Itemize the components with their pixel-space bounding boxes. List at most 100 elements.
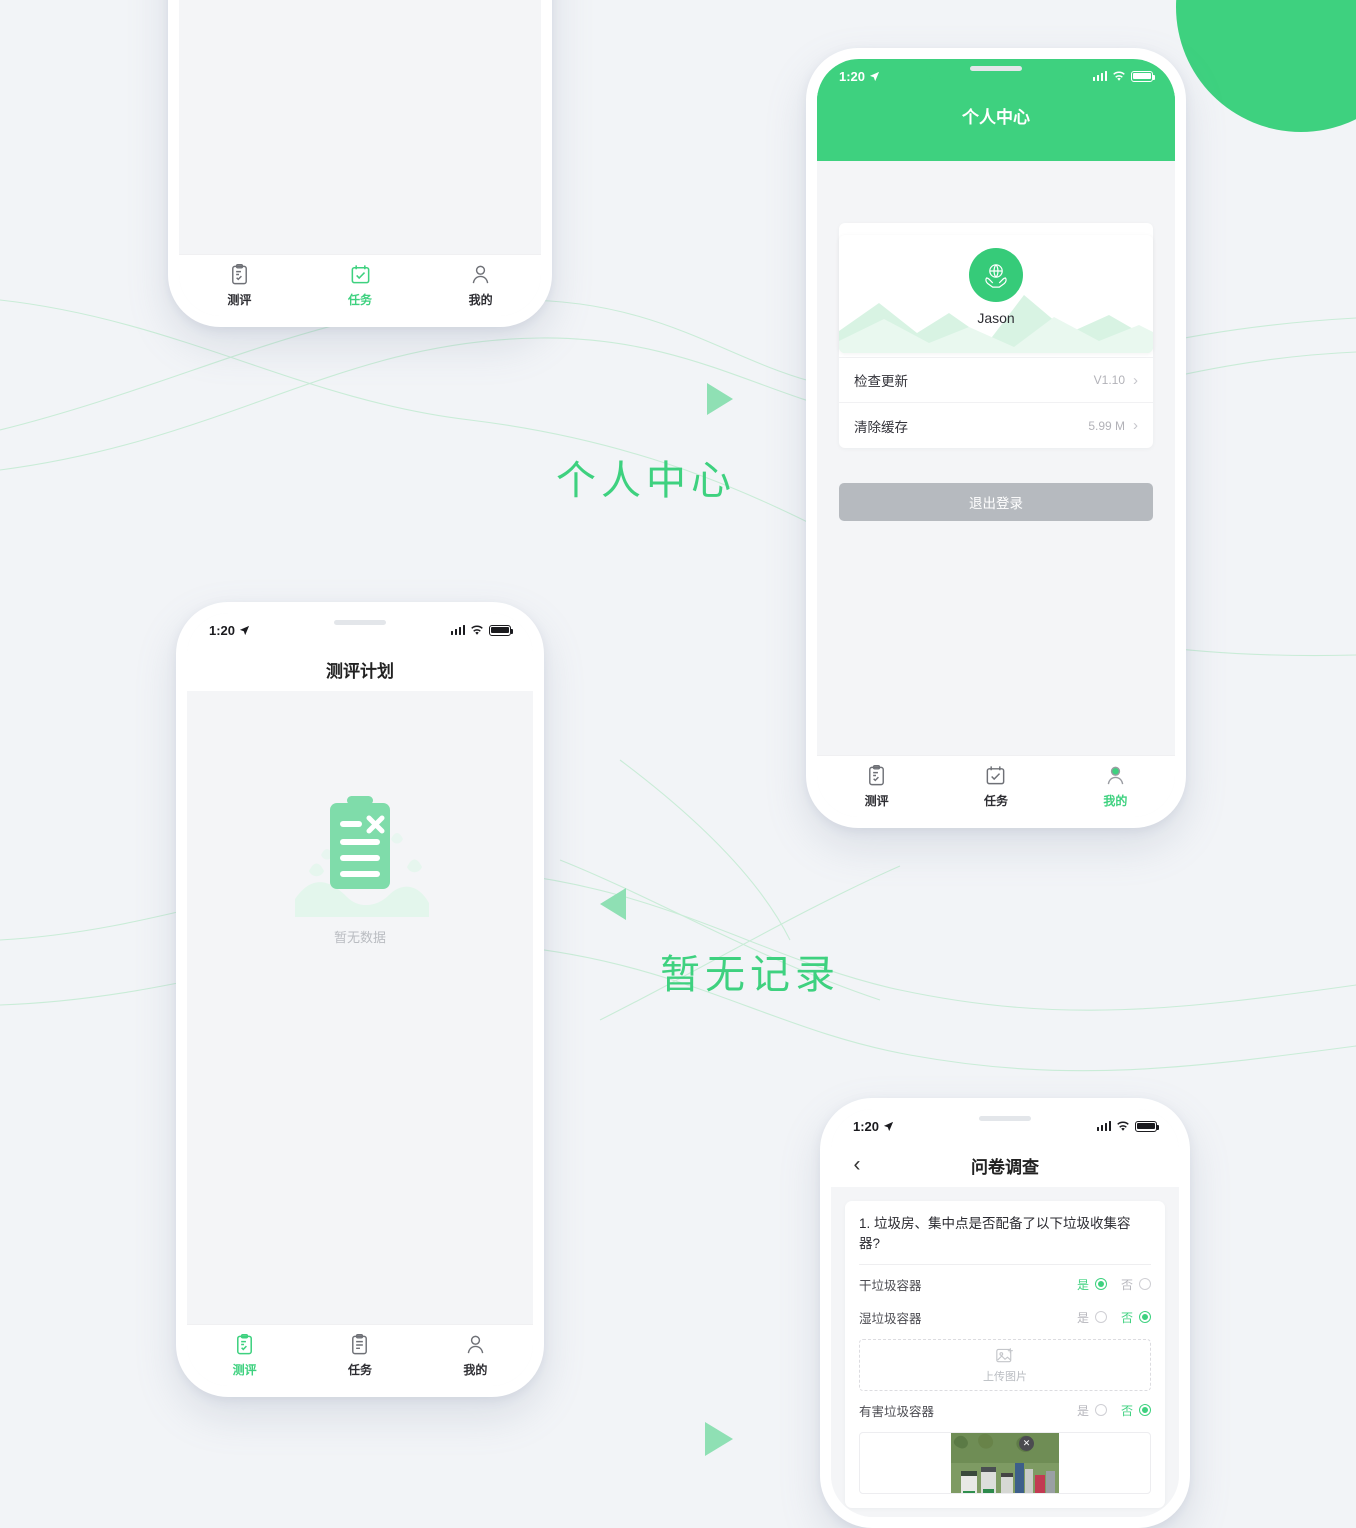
person-icon bbox=[472, 265, 489, 284]
tab-label: 任务 bbox=[348, 293, 373, 307]
menu-label: 检查更新 bbox=[854, 374, 908, 389]
tab-label: 我的 bbox=[468, 293, 493, 307]
tab-task[interactable]: 任务 bbox=[936, 764, 1055, 809]
phone-mockup-plan: 1:20 测评计划 暂无数据 测评 任务 我的 bbox=[176, 602, 544, 1397]
wifi-icon bbox=[1113, 71, 1125, 81]
tab-label: 我的 bbox=[463, 1363, 488, 1377]
radio-yes[interactable]: 是 bbox=[1077, 1309, 1107, 1326]
user-name: Jason bbox=[977, 310, 1015, 326]
nav-bar: ‹ 问卷调查 bbox=[831, 1143, 1179, 1187]
radio-no[interactable]: 否 bbox=[1121, 1402, 1151, 1419]
radio-dot bbox=[1139, 1311, 1151, 1324]
nav-bar: 测评计划 bbox=[187, 647, 533, 691]
annotation-personal-center: 个人中心 bbox=[556, 459, 736, 503]
clipboard-check-icon bbox=[869, 765, 885, 786]
annotation-no-records: 暂无记录 bbox=[660, 953, 840, 997]
menu-value-cache-size: 5.99 M bbox=[1088, 418, 1125, 433]
wifi-icon bbox=[471, 625, 483, 635]
page-title: 问卷调查 bbox=[971, 1157, 1039, 1177]
radio-label: 否 bbox=[1120, 1403, 1133, 1418]
tab-mine[interactable]: 我的 bbox=[420, 263, 541, 308]
empty-state: 暂无数据 bbox=[187, 691, 533, 946]
radio-dot bbox=[1094, 1404, 1107, 1417]
speaker-grill bbox=[979, 1116, 1031, 1121]
radio-label: 否 bbox=[1120, 1310, 1133, 1325]
battery-icon bbox=[1131, 70, 1156, 82]
task-body: 测评校区：上海海洋大学–临港校区 审核时间：2020–08–05 bbox=[179, 0, 541, 254]
radio-yes[interactable]: 是 bbox=[1077, 1402, 1107, 1419]
calendar-check-icon bbox=[351, 265, 369, 284]
option-label: 湿垃圾容器 bbox=[859, 1311, 922, 1326]
pointer-triangle-right bbox=[707, 383, 733, 415]
status-time: 1:20 bbox=[839, 68, 866, 84]
status-time: 1:20 bbox=[853, 1118, 880, 1134]
clipboard-icon bbox=[352, 1334, 368, 1355]
chevron-right-icon: › bbox=[1133, 371, 1138, 389]
uploaded-photo[interactable] bbox=[951, 1433, 1059, 1494]
tab-label: 任务 bbox=[347, 1363, 372, 1377]
person-icon bbox=[1107, 766, 1124, 785]
back-chevron-icon[interactable]: ‹ bbox=[847, 1153, 867, 1176]
logout-button[interactable]: 退出登录 bbox=[839, 483, 1153, 521]
phone-mockup-survey: 1:20 ‹ 问卷调查 1. 垃圾房、集中点是否配备了以下垃圾收集容器? 干垃圾… bbox=[820, 1098, 1190, 1528]
profile-body: Jason 测评计划 › 我的任务 › 修改密码 › bbox=[817, 161, 1175, 755]
notch bbox=[935, 1109, 1075, 1133]
option-row-dry-waste: 干垃圾容器 是 否 bbox=[859, 1270, 1151, 1298]
calendar-check-icon bbox=[987, 766, 1005, 785]
radio-yes[interactable]: 是 bbox=[1077, 1276, 1107, 1293]
radio-label: 否 bbox=[1120, 1277, 1133, 1292]
status-time: 1:20 bbox=[209, 622, 236, 638]
upload-label: 上传图片 bbox=[983, 1370, 1027, 1383]
chevron-right-icon: › bbox=[1133, 417, 1138, 434]
tab-bar: 测评 任务 我的 bbox=[187, 1324, 533, 1386]
signal-icon bbox=[1092, 71, 1107, 81]
menu-item-clear-cache[interactable]: 清除缓存 5.99 M › bbox=[839, 403, 1153, 448]
battery-icon bbox=[489, 624, 514, 636]
plan-body: 暂无数据 bbox=[187, 691, 533, 1324]
empty-text: 暂无数据 bbox=[333, 930, 386, 945]
radio-dot bbox=[1139, 1278, 1151, 1291]
tab-assessment[interactable]: 测评 bbox=[817, 764, 936, 809]
option-row-wet-waste: 湿垃圾容器 是 否 bbox=[859, 1303, 1151, 1331]
upload-image-button[interactable]: 上传图片 bbox=[859, 1339, 1151, 1392]
tab-label: 测评 bbox=[227, 293, 252, 307]
battery-icon bbox=[1135, 1120, 1160, 1132]
option-label: 干垃圾容器 bbox=[859, 1278, 922, 1293]
radio-no[interactable]: 否 bbox=[1121, 1276, 1151, 1293]
tab-label: 测评 bbox=[864, 794, 889, 808]
notch bbox=[290, 613, 430, 637]
avatar bbox=[969, 248, 1023, 302]
tab-label: 我的 bbox=[1103, 794, 1128, 808]
green-blob-shape bbox=[1176, 0, 1356, 132]
phone-mockup-profile: 1:20 个人中心 Jason 检查更新 V1.10 › 清除缓存 5.99 M… bbox=[806, 48, 1186, 828]
radio-dot bbox=[1139, 1404, 1151, 1417]
speaker-grill bbox=[334, 620, 386, 625]
person-icon bbox=[467, 1335, 484, 1354]
pointer-triangle-left bbox=[600, 888, 626, 920]
tab-mine[interactable]: 我的 bbox=[418, 1333, 533, 1378]
tab-bar: 测评 任务 我的 bbox=[817, 755, 1175, 817]
nav-bar: 个人中心 bbox=[817, 93, 1175, 137]
profile-card: Jason bbox=[839, 235, 1153, 353]
tab-task[interactable]: 任务 bbox=[302, 1333, 417, 1378]
location-arrow-icon bbox=[869, 71, 880, 81]
recycling-bins-photo bbox=[951, 1433, 1059, 1494]
tab-mine[interactable]: 我的 bbox=[1056, 764, 1175, 809]
page-title: 测评计划 bbox=[326, 661, 394, 681]
tab-task[interactable]: 任务 bbox=[300, 263, 421, 308]
tab-bar: 测评 任务 我的 bbox=[179, 254, 541, 316]
tab-label: 测评 bbox=[232, 1363, 257, 1377]
question-card: 1. 垃圾房、集中点是否配备了以下垃圾收集容器? 干垃圾容器 是 否 湿垃圾容器 bbox=[845, 1201, 1165, 1509]
pointer-triangle-bottom bbox=[705, 1422, 733, 1456]
tab-assessment[interactable]: 测评 bbox=[179, 263, 300, 308]
radio-dot bbox=[1094, 1311, 1107, 1324]
option-label: 有害垃圾容器 bbox=[859, 1404, 935, 1419]
globe-in-hands-icon bbox=[985, 264, 1007, 288]
radio-no[interactable]: 否 bbox=[1121, 1309, 1151, 1326]
image-plus-icon bbox=[996, 1347, 1013, 1362]
radio-label: 是 bbox=[1076, 1403, 1089, 1418]
clipboard-check-icon bbox=[237, 1333, 253, 1355]
menu-item-check-update[interactable]: 检查更新 V1.10 › bbox=[839, 358, 1153, 403]
wifi-icon bbox=[1117, 1121, 1129, 1131]
tab-assessment[interactable]: 测评 bbox=[187, 1333, 302, 1378]
